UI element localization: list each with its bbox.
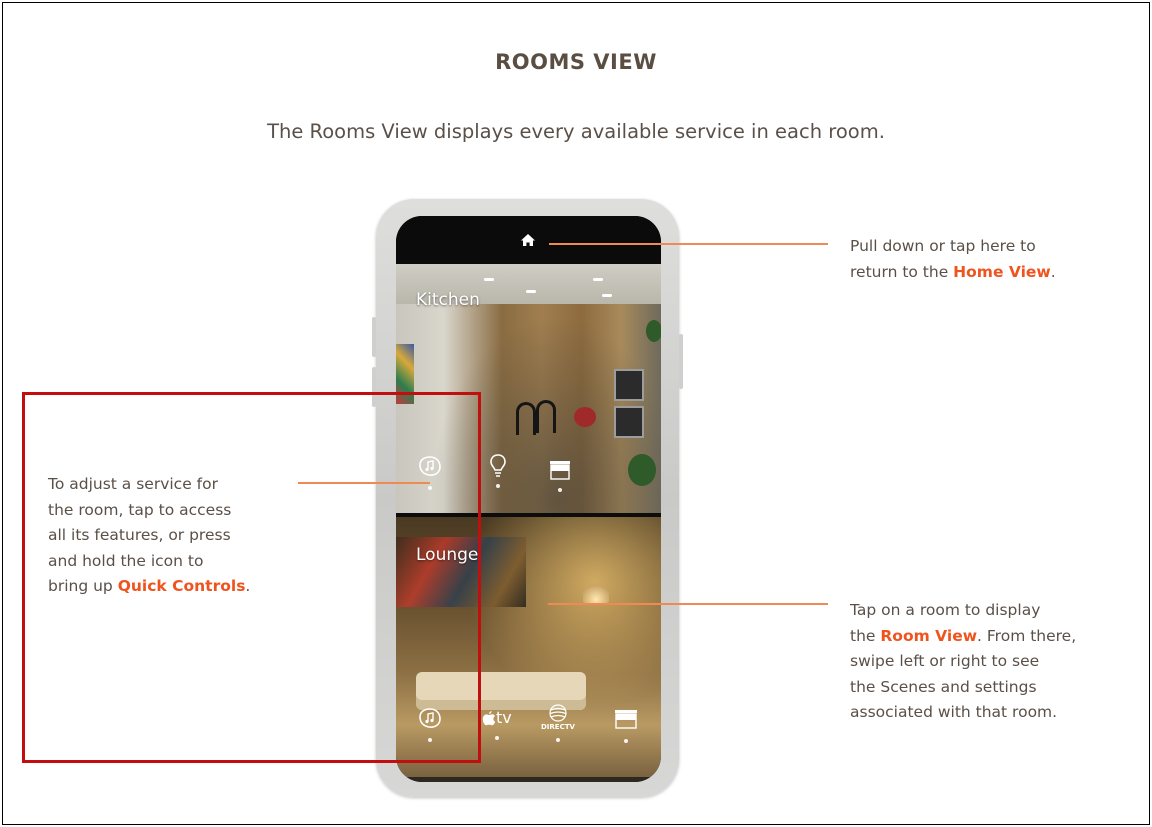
callout-line: return to the Home View. <box>850 260 1056 286</box>
faucet <box>516 402 536 435</box>
room-name-kitchen: Kitchen <box>416 290 480 310</box>
callout-text: the <box>850 626 881 645</box>
next-room-preview <box>396 777 661 782</box>
callout-line: associated with that room. <box>850 703 1058 721</box>
service-indicator-dot <box>494 736 499 740</box>
appletv-label: tv <box>496 708 512 727</box>
directv-icon <box>549 704 567 722</box>
ceiling-light <box>526 290 536 293</box>
room-callout-leader <box>548 603 828 605</box>
oven <box>614 406 644 438</box>
service-indicator-dot <box>496 484 500 488</box>
page-subtitle: The Rooms View displays every available … <box>267 120 885 143</box>
flowers <box>574 407 596 427</box>
plant <box>646 320 661 342</box>
ceiling-light <box>484 278 494 281</box>
callout-line: swipe left or right to see <box>850 652 1040 670</box>
ceiling-light <box>593 278 603 281</box>
lounge-appletv-service[interactable]: tv <box>482 706 512 740</box>
annotation-highlight-box <box>22 392 481 763</box>
callout-line: the Room View. From there, <box>850 624 1076 650</box>
home-view-highlight: Home View <box>953 262 1051 281</box>
callout-line: the Scenes and settings <box>850 677 1037 696</box>
callout-line: Tap on a room to display <box>850 601 1041 619</box>
ceiling-light <box>602 294 612 297</box>
kitchen-shades-service[interactable] <box>549 460 571 492</box>
lounge-shades-service[interactable] <box>614 709 638 743</box>
kitchen-lighting-service[interactable] <box>489 453 507 488</box>
service-indicator-dot <box>555 738 560 742</box>
pendant-lamp <box>583 585 609 603</box>
callout-text: return to the <box>850 262 954 281</box>
volume-button <box>372 317 376 357</box>
directv-label: DIRECTV <box>541 723 575 731</box>
appletv-logo: tv <box>482 706 512 730</box>
service-indicator-dot <box>558 488 562 492</box>
lightbulb-icon <box>490 454 506 477</box>
plant <box>628 454 656 486</box>
shades-icon <box>615 710 637 729</box>
faucet <box>536 400 556 433</box>
lounge-directv-service[interactable]: DIRECTV <box>541 704 575 742</box>
power-button <box>679 334 683 389</box>
callout-text: . From there, <box>977 626 1077 645</box>
callout-line: Pull down or tap here to <box>850 237 1036 255</box>
home-icon[interactable] <box>520 233 536 247</box>
page-title: ROOMS VIEW <box>495 50 657 74</box>
home-pull-bar[interactable] <box>396 216 661 264</box>
shades-icon <box>550 461 570 480</box>
home-view-callout: Pull down or tap here to return to the H… <box>850 234 1056 285</box>
room-view-callout: Tap on a room to display the Room View. … <box>850 598 1076 726</box>
callout-text: . <box>1050 262 1056 281</box>
oven <box>614 369 644 401</box>
appletv-icon <box>482 711 496 726</box>
home-callout-leader <box>549 243 828 245</box>
service-indicator-dot <box>624 739 628 743</box>
room-view-highlight: Room View <box>880 626 978 645</box>
